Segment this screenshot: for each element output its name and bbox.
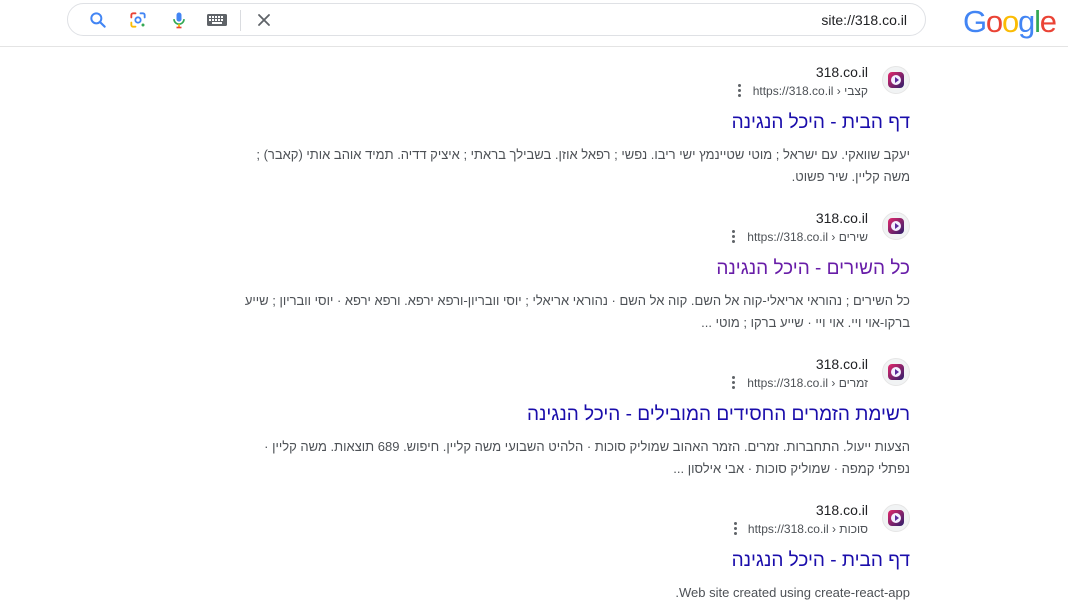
play-icon (888, 72, 904, 88)
result-site-name[interactable]: 318.co.il (816, 64, 868, 80)
search-box-divider (240, 10, 241, 31)
logo-letter: o (985, 4, 1003, 39)
result-site-name[interactable]: 318.co.il (816, 502, 868, 518)
result-snippet: הצעות ייעול. התחברות. זמרים. הזמר האהוב … (264, 439, 910, 476)
google-logo[interactable]: Google (963, 4, 1057, 40)
logo-letter: e (1039, 4, 1057, 39)
result-title-link[interactable]: כל השירים - היכל הנגינה (716, 258, 910, 280)
more-options-icon[interactable] (728, 520, 742, 538)
more-options-icon[interactable] (726, 374, 740, 392)
logo-letter: G (963, 4, 987, 39)
close-icon[interactable] (254, 10, 274, 30)
result-title-link[interactable]: דף הבית - היכל הנגינה (732, 112, 910, 134)
result-url[interactable]: https://318.co.il › קצבי (753, 84, 868, 98)
logo-letter: g (1018, 4, 1035, 39)
result-source[interactable]: 318.co.il https://318.co.il › סוכות (240, 502, 910, 542)
result-source[interactable]: 318.co.il https://318.co.il › קצבי (240, 64, 910, 104)
search-input[interactable] (307, 12, 907, 28)
result-title-link[interactable]: רשימת הזמרים החסידים המובילים - היכל הנג… (527, 404, 910, 426)
site-favicon[interactable] (882, 66, 910, 94)
google-lens-icon[interactable] (128, 10, 148, 30)
more-options-icon[interactable] (726, 228, 740, 246)
result-source[interactable]: 318.co.il https://318.co.il › זמרים (240, 356, 910, 396)
play-icon (888, 218, 904, 234)
result-snippet: יעקב שוואקי. עם ישראל ; מוטי שטיינמץ ישי… (256, 147, 910, 184)
result-site-name[interactable]: 318.co.il (816, 356, 868, 372)
search-icon[interactable] (88, 10, 108, 30)
site-favicon[interactable] (882, 358, 910, 386)
result-url[interactable]: https://318.co.il › שירים (747, 230, 868, 244)
site-favicon[interactable] (882, 504, 910, 532)
site-favicon[interactable] (882, 212, 910, 240)
top-header: Google (0, 0, 1068, 47)
play-icon (888, 510, 904, 526)
result-title-link[interactable]: דף הבית - היכל הנגינה (732, 550, 910, 572)
result-site-name[interactable]: 318.co.il (816, 210, 868, 226)
result-source[interactable]: 318.co.il https://318.co.il › שירים (240, 210, 910, 250)
keyboard-icon[interactable] (206, 11, 228, 31)
play-icon (888, 364, 904, 380)
search-box[interactable] (67, 3, 926, 36)
logo-letter: o (1001, 4, 1019, 39)
result-snippet: כל השירים ; נהוראי אריאלי-קוה אל השם. קו… (244, 293, 910, 330)
microphone-icon[interactable] (169, 10, 189, 30)
result-snippet: Web site created using create-react-app. (675, 585, 910, 600)
result-url[interactable]: https://318.co.il › סוכות (748, 522, 868, 536)
result-url[interactable]: https://318.co.il › זמרים (747, 376, 868, 390)
more-options-icon[interactable] (732, 82, 746, 100)
